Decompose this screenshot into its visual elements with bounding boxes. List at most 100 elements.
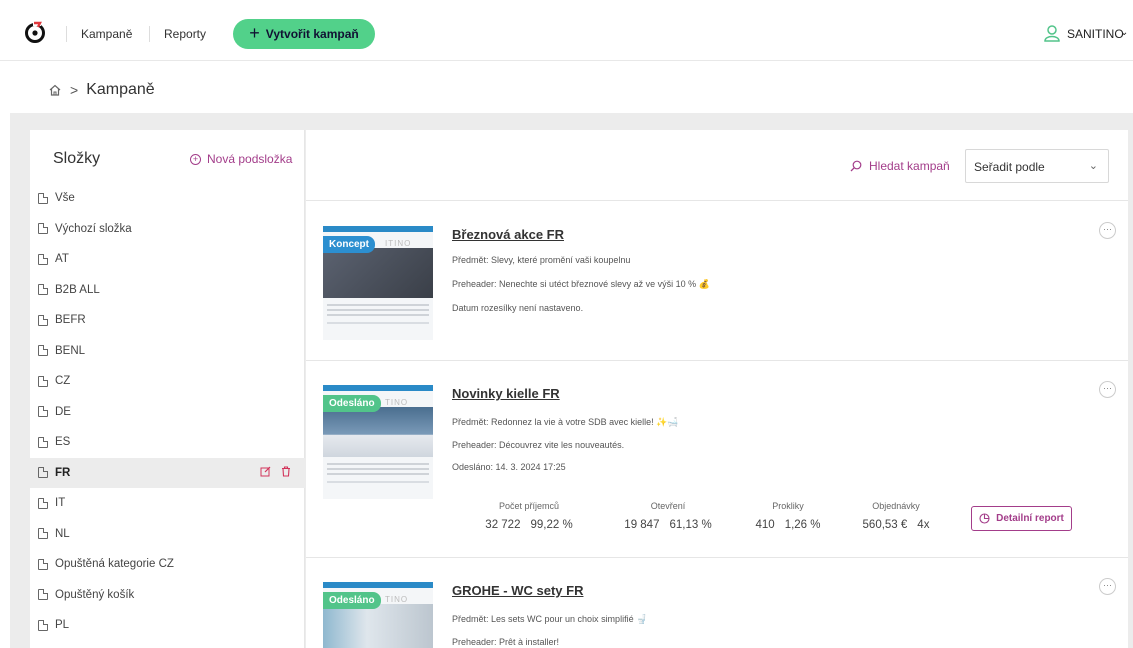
folder-icon bbox=[38, 436, 48, 448]
folder-item[interactable]: BENL bbox=[30, 336, 305, 367]
thumbnail-text bbox=[327, 463, 429, 465]
folder-label: IT bbox=[55, 497, 66, 510]
folder-actions bbox=[260, 465, 291, 477]
create-campaign-button[interactable]: + Vytvořit kampaň bbox=[233, 19, 375, 49]
campaign-preheader: Preheader: Prêt à installer! bbox=[452, 637, 560, 647]
search-campaign-button[interactable]: Hledat kampaň bbox=[850, 159, 950, 173]
folder-item[interactable]: IT bbox=[30, 488, 305, 519]
campaign-title[interactable]: Březnová akce FR bbox=[452, 227, 564, 242]
stat-percent: 1,26 % bbox=[784, 519, 821, 531]
folder-label: PL bbox=[55, 619, 70, 632]
more-options-icon[interactable]: ⋯ bbox=[1099, 222, 1116, 239]
search-campaign-label: Hledat kampaň bbox=[869, 159, 950, 173]
thumbnail-text bbox=[327, 304, 429, 306]
chevron-right-icon: > bbox=[70, 82, 79, 98]
folder-item[interactable]: Opuštěná kategorie CZ bbox=[30, 549, 305, 580]
detail-report-label: Detailní report bbox=[996, 513, 1064, 524]
plus-icon: + bbox=[249, 23, 260, 43]
stat-percent: 99,22 % bbox=[530, 519, 573, 531]
detail-report-button[interactable]: Detailní report bbox=[971, 506, 1072, 531]
folder-item[interactable]: CZ bbox=[30, 366, 305, 397]
folder-label: BENL bbox=[55, 344, 86, 357]
folder-icon bbox=[38, 619, 48, 631]
stat-recipients: Počet příjemců 32 722 99,22 % bbox=[484, 501, 574, 531]
stat-percent: 4x bbox=[917, 519, 930, 531]
more-options-icon[interactable]: ⋯ bbox=[1099, 381, 1116, 398]
folder-label: CZ bbox=[55, 375, 71, 388]
folder-icon bbox=[38, 345, 48, 357]
campaign-title[interactable]: Novinky kielle FR bbox=[452, 386, 560, 401]
edit-icon[interactable] bbox=[260, 466, 271, 477]
folder-icon bbox=[38, 589, 48, 601]
home-icon[interactable] bbox=[48, 83, 62, 97]
folder-label: FR bbox=[55, 466, 71, 479]
campaign-card: ITINO Koncept Březnová akce FR Předmět: … bbox=[306, 202, 1128, 361]
sort-select-value: Seřadit podle bbox=[974, 160, 1045, 174]
campaign-stats: Počet příjemců 32 722 99,22 % Otevření 19… bbox=[484, 501, 964, 541]
folder-item[interactable]: Výchozí složka bbox=[30, 214, 305, 245]
stat-values: 19 847 61,13 % bbox=[618, 519, 718, 531]
thumbnail-brand: TINO bbox=[385, 398, 409, 407]
folder-label: Vše bbox=[55, 192, 75, 205]
campaign-title[interactable]: GROHE - WC sety FR bbox=[452, 583, 583, 598]
chevron-down-icon: ⌄ bbox=[1088, 160, 1098, 172]
campaign-date: Datum rozesílky není nastaveno. bbox=[452, 303, 584, 313]
folder-icon bbox=[38, 314, 48, 326]
status-badge: Odesláno bbox=[323, 395, 381, 412]
stat-label: Otevření bbox=[650, 501, 686, 511]
folder-item[interactable]: ES bbox=[30, 427, 305, 458]
folder-item[interactable]: Opuštěný košík bbox=[30, 580, 305, 611]
thumbnail-header bbox=[323, 385, 433, 391]
stat-values: 560,53 € 4x bbox=[851, 519, 941, 531]
stat-value: 32 722 bbox=[485, 519, 521, 531]
folder-icon bbox=[38, 497, 48, 509]
search-icon bbox=[850, 160, 862, 172]
folder-item[interactable]: Vše bbox=[30, 183, 305, 214]
folder-item[interactable]: DE bbox=[30, 397, 305, 428]
folder-icon bbox=[38, 192, 48, 204]
more-options-icon[interactable]: ⋯ bbox=[1099, 578, 1116, 595]
trash-icon[interactable] bbox=[281, 465, 291, 477]
user-menu[interactable]: SANITINO ⌄ bbox=[1033, 24, 1133, 44]
nav-campaigns[interactable]: Kampaně bbox=[81, 27, 132, 41]
campaign-card: TINO Odesláno Novinky kielle FR Předmět:… bbox=[306, 361, 1128, 558]
user-icon bbox=[1044, 25, 1060, 42]
stat-value: 410 bbox=[755, 519, 775, 531]
sort-select[interactable]: Seřadit podle ⌄ bbox=[965, 149, 1109, 183]
folder-label: Výchozí složka bbox=[55, 222, 132, 235]
folder-item[interactable]: BEFR bbox=[30, 305, 305, 336]
folder-label: NL bbox=[55, 527, 70, 540]
folder-label: Opuštěná kategorie CZ bbox=[55, 558, 174, 571]
nav-reports[interactable]: Reporty bbox=[164, 27, 206, 41]
thumbnail-brand: ITINO bbox=[385, 239, 412, 248]
logo-icon[interactable] bbox=[24, 21, 46, 43]
campaign-preheader: Preheader: Découvrez vite les nouveautés… bbox=[452, 440, 625, 450]
thumbnail-image bbox=[323, 407, 433, 457]
stat-value: 560,53 € bbox=[862, 519, 908, 531]
status-badge: Odesláno bbox=[323, 592, 381, 609]
nav-divider bbox=[149, 26, 150, 42]
folder-item[interactable]: B2B ALL bbox=[30, 275, 305, 306]
stat-clicks: Prokliky 410 1,26 % bbox=[748, 501, 828, 531]
folder-item[interactable]: NL bbox=[30, 519, 305, 550]
folder-item[interactable]: AT bbox=[30, 244, 305, 275]
folder-list: Vše Výchozí složka AT B2B ALL BEFR BENL … bbox=[30, 183, 305, 641]
folder-item[interactable]: PL bbox=[30, 610, 305, 641]
new-subfolder-button[interactable]: + Nová podsložka bbox=[190, 152, 292, 166]
thumbnail-image bbox=[323, 604, 433, 648]
folder-item-active[interactable]: FR bbox=[30, 457, 305, 488]
folder-icon bbox=[38, 284, 48, 296]
campaign-toolbar: Hledat kampaň Seřadit podle ⌄ bbox=[306, 130, 1128, 201]
folder-label: BEFR bbox=[55, 314, 86, 327]
chevron-down-icon: ⌄ bbox=[1120, 27, 1129, 38]
stat-values: 410 1,26 % bbox=[748, 519, 828, 531]
campaign-preheader: Preheader: Nenechte si utéct březnové sl… bbox=[452, 279, 710, 289]
stat-value: 19 847 bbox=[624, 519, 660, 531]
sidebar-title: Složky bbox=[53, 150, 101, 167]
stat-label: Objednávky bbox=[872, 501, 920, 511]
stat-values: 32 722 99,22 % bbox=[484, 519, 574, 531]
campaign-panel: Hledat kampaň Seřadit podle ⌄ ITINO Konc… bbox=[306, 130, 1128, 648]
folder-icon bbox=[38, 528, 48, 540]
folder-icon bbox=[38, 467, 48, 479]
campaign-subject: Předmět: Redonnez la vie à votre SDB ave… bbox=[452, 417, 679, 427]
